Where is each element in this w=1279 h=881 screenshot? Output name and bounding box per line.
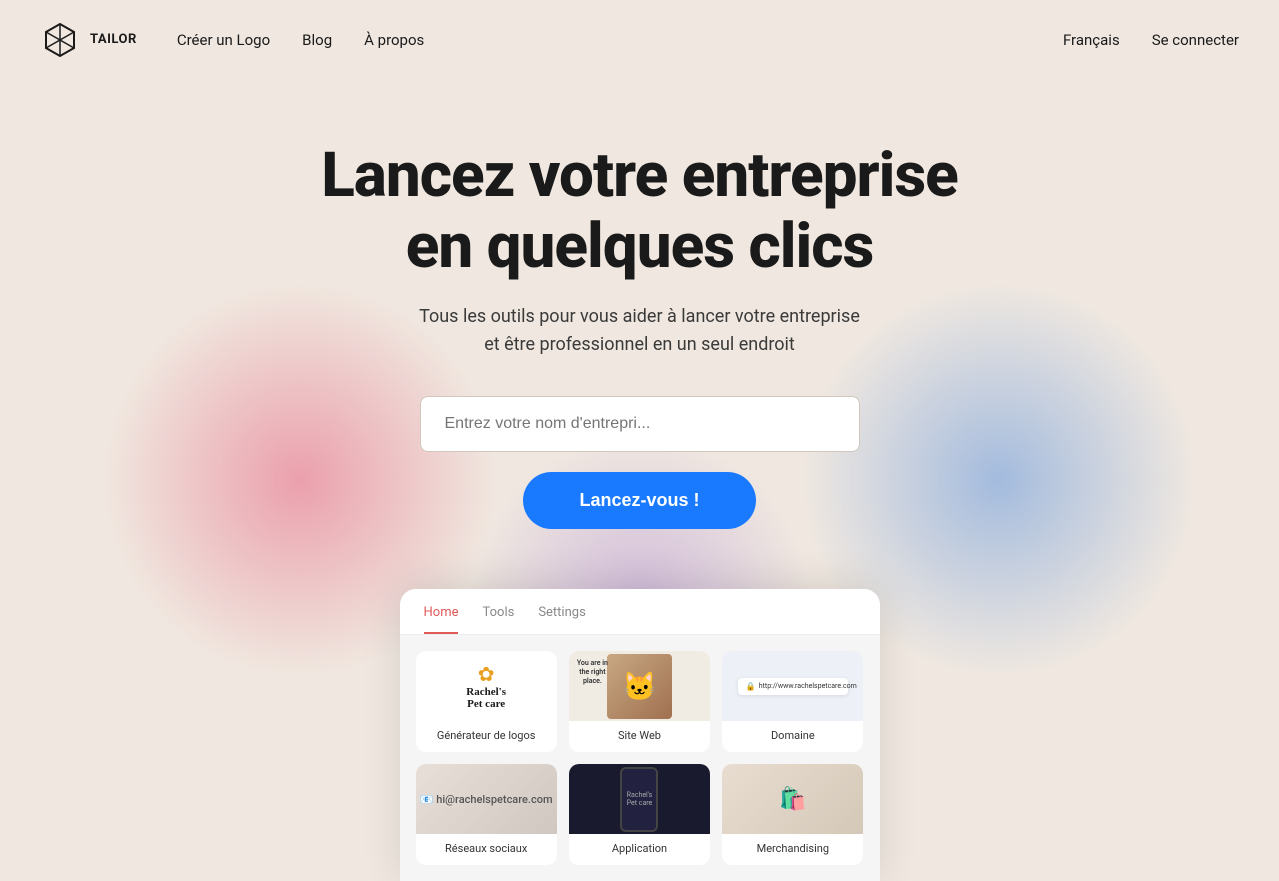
- hero-title: Lancez votre entreprise en quelques clic…: [20, 140, 1259, 283]
- card-social: 📧 hi@rachelspetcare.com Réseaux sociaux: [416, 764, 557, 865]
- card-website: You are inthe rightplace. 🐱 Site Web: [569, 651, 710, 752]
- nav-logo-creator[interactable]: Créer un Logo: [177, 31, 270, 49]
- website-card-label: Site Web: [569, 729, 710, 742]
- tailor-brands-icon: [40, 20, 80, 60]
- app-card-image: Rachel'sPet care: [569, 764, 710, 834]
- app-card-label: Application: [569, 842, 710, 855]
- hero-subtitle: Tous les outils pour vous aider à lancer…: [20, 303, 1259, 361]
- launch-button[interactable]: Lancez-vous !: [523, 472, 755, 529]
- nav-links: Créer un Logo Blog À propos: [177, 31, 424, 49]
- rachel-text: Rachel'sPet care: [466, 686, 506, 710]
- flower-icon: ✿: [466, 662, 506, 686]
- merch-card-image: 🛍️: [722, 764, 863, 834]
- site-preview: You are inthe rightplace. 🐱: [569, 651, 710, 721]
- card-domain: 🔒 http://www.rachelspetcare.com Domaine: [722, 651, 863, 752]
- domain-card-image: 🔒 http://www.rachelspetcare.com: [722, 651, 863, 721]
- social-card-image: 📧 hi@rachelspetcare.com: [416, 764, 557, 834]
- nav-language[interactable]: Français: [1063, 31, 1120, 49]
- merch-image: 🛍️: [722, 764, 863, 834]
- navbar: TAILOR Créer un Logo Blog À propos Franç…: [0, 0, 1279, 80]
- dashboard-grid: ✿ Rachel'sPet care Générateur de logos Y…: [400, 635, 880, 881]
- site-text-overlay: You are inthe rightplace.: [577, 659, 608, 686]
- dashboard-tabs: Home Tools Settings: [400, 589, 880, 635]
- nav-blog[interactable]: Blog: [302, 31, 332, 49]
- domain-card-label: Domaine: [722, 729, 863, 742]
- card-app: Rachel'sPet care Application: [569, 764, 710, 865]
- tab-tools[interactable]: Tools: [482, 605, 514, 634]
- nav-right: Français Se connecter: [1063, 31, 1239, 49]
- social-placeholder: 📧 hi@rachelspetcare.com: [416, 764, 557, 834]
- logo-link[interactable]: TAILOR: [40, 20, 137, 60]
- website-card-image: You are inthe rightplace. 🐱: [569, 651, 710, 721]
- card-merch: 🛍️ Merchandising: [722, 764, 863, 865]
- phone-mockup: Rachel'sPet care: [620, 767, 658, 832]
- social-card-label: Réseaux sociaux: [416, 842, 557, 855]
- tab-home[interactable]: Home: [424, 605, 459, 634]
- domain-url: http://www.rachelspetcare.com: [759, 682, 857, 690]
- nav-about[interactable]: À propos: [364, 31, 424, 49]
- brand-name: TAILOR: [90, 32, 137, 48]
- nav-login[interactable]: Se connecter: [1152, 31, 1239, 49]
- cta-wrapper: Lancez-vous !: [20, 472, 1259, 589]
- logo-card-image: ✿ Rachel'sPet care: [416, 651, 557, 721]
- merch-card-label: Merchandising: [722, 842, 863, 855]
- rachel-logo: ✿ Rachel'sPet care: [466, 662, 506, 710]
- lock-icon: 🔒: [746, 682, 756, 691]
- cat-image-placeholder: 🐱: [607, 654, 672, 719]
- tab-settings[interactable]: Settings: [538, 605, 585, 634]
- dashboard-preview: Home Tools Settings ✿ Rachel'sPet care G…: [400, 589, 880, 881]
- domain-browser: 🔒 http://www.rachelspetcare.com: [738, 678, 848, 695]
- business-name-input[interactable]: [420, 396, 860, 452]
- domain-preview: 🔒 http://www.rachelspetcare.com: [722, 651, 863, 721]
- hero-input-wrapper: [20, 396, 1259, 452]
- logo-card-label: Générateur de logos: [416, 729, 557, 742]
- card-logo: ✿ Rachel'sPet care Générateur de logos: [416, 651, 557, 752]
- hero-section: Lancez votre entreprise en quelques clic…: [0, 80, 1279, 881]
